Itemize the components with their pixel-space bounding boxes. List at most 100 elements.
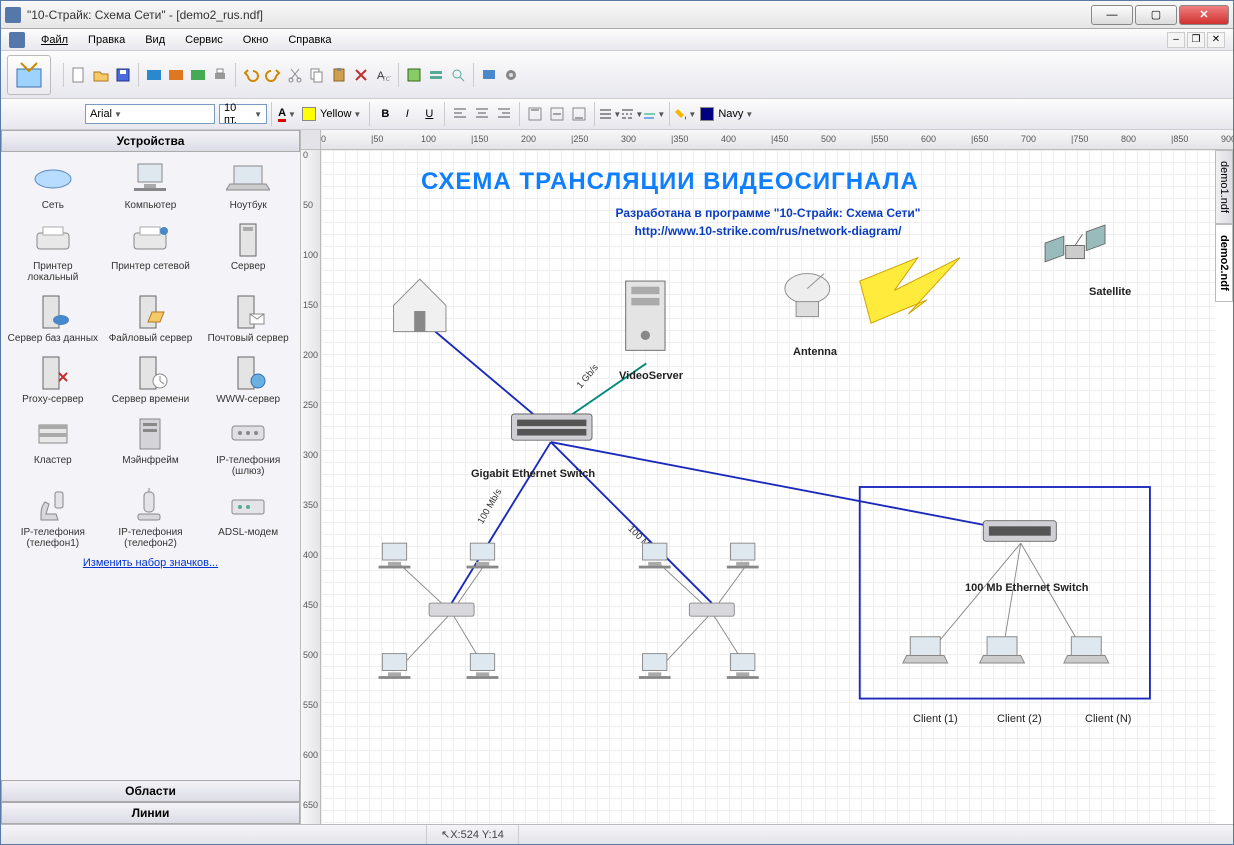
canvas[interactable]: СХЕМА ТРАНСЛЯЦИИ ВИДЕОСИГНАЛА Разработан… — [321, 150, 1215, 824]
fill-color-button[interactable]: Yellow▼ — [298, 103, 365, 125]
status-coords: ↖ X:524 Y:14 — [427, 825, 519, 844]
device-icon — [29, 354, 77, 392]
undo-button[interactable] — [240, 64, 262, 86]
label-mbswitch: 100 Mb Ethernet Switch — [965, 582, 1088, 594]
align-left-button[interactable] — [449, 103, 471, 125]
maximize-button[interactable]: ▢ — [1135, 5, 1177, 25]
layers-button[interactable] — [425, 64, 447, 86]
device-label: Сеть — [42, 200, 64, 211]
text-tool-button[interactable]: Aгст — [372, 64, 394, 86]
export-csv-button[interactable] — [187, 64, 209, 86]
label-videoserver: VideoServer — [619, 370, 683, 382]
ruler-vertical: 0501001502002503003504004505005506006507… — [301, 150, 321, 824]
font-select[interactable]: Arial▼ — [85, 104, 215, 124]
cut-button[interactable] — [284, 64, 306, 86]
line-arrows-button[interactable]: ▼ — [643, 103, 665, 125]
device-item[interactable]: IP-телефония (телефон1) — [5, 483, 101, 553]
label-antenna: Antenna — [793, 346, 837, 358]
menu-service[interactable]: Сервис — [177, 32, 231, 48]
screenshot-button[interactable] — [478, 64, 500, 86]
device-icon — [224, 354, 272, 392]
font-color-button[interactable]: A▼ — [276, 103, 298, 125]
bold-button[interactable]: B — [374, 103, 396, 125]
areas-header[interactable]: Области — [1, 780, 300, 802]
device-icon — [224, 415, 272, 453]
wizard-icon[interactable] — [7, 55, 51, 95]
font-size-select[interactable]: 10 пт.▼ — [219, 104, 267, 124]
device-item[interactable]: Proxy-сервер — [5, 350, 101, 409]
menu-file[interactable]: Файл — [33, 32, 76, 48]
device-item[interactable]: Почтовый сервер — [200, 289, 296, 348]
mdi-minimize[interactable]: – — [1167, 32, 1185, 48]
underline-button[interactable]: U — [418, 103, 440, 125]
find-button[interactable] — [447, 64, 469, 86]
device-item[interactable]: ADSL-модем — [200, 483, 296, 553]
export-vsd-button[interactable] — [143, 64, 165, 86]
devices-header[interactable]: Устройства — [1, 130, 300, 152]
device-item[interactable]: Компьютер — [103, 156, 199, 215]
device-icon — [126, 354, 174, 392]
device-icon — [29, 160, 77, 198]
device-icon — [126, 487, 174, 525]
save-button[interactable] — [112, 64, 134, 86]
menu-view[interactable]: Вид — [137, 32, 173, 48]
align-right-button[interactable] — [493, 103, 515, 125]
tab-demo1[interactable]: demo1.ndf — [1215, 150, 1233, 224]
label-gbswitch: Gigabit Ethernet Switch — [471, 468, 595, 480]
line-width-button[interactable]: ▼ — [599, 103, 621, 125]
delete-button[interactable] — [350, 64, 372, 86]
device-item[interactable]: WWW-сервер — [200, 350, 296, 409]
device-item[interactable]: Мэйнфрейм — [103, 411, 199, 481]
device-item[interactable]: Сервер — [200, 217, 296, 287]
line-color-button[interactable]: Navy▼ — [696, 103, 757, 125]
italic-button[interactable]: I — [396, 103, 418, 125]
close-button[interactable]: ✕ — [1179, 5, 1229, 25]
device-label: Сервер баз данных — [8, 333, 98, 344]
device-item[interactable]: Файловый сервер — [103, 289, 199, 348]
lines-header[interactable]: Линии — [1, 802, 300, 824]
valign-bottom-button[interactable] — [568, 103, 590, 125]
canvas-area: 0|50100|150200|250300|350400|450500|5506… — [301, 130, 1233, 824]
line-dash-button[interactable]: ▼ — [621, 103, 643, 125]
redo-button[interactable] — [262, 64, 284, 86]
device-item[interactable]: Кластер — [5, 411, 101, 481]
device-label: WWW-сервер — [216, 394, 280, 405]
device-item[interactable]: Принтер сетевой — [103, 217, 199, 287]
device-label: Кластер — [34, 455, 72, 466]
menu-edit[interactable]: Правка — [80, 32, 133, 48]
device-label: Компьютер — [125, 200, 177, 211]
device-item[interactable]: Сеть — [5, 156, 101, 215]
device-label: Мэйнфрейм — [122, 455, 178, 466]
device-item[interactable]: IP-телефония (телефон2) — [103, 483, 199, 553]
gear-button[interactable] — [500, 64, 522, 86]
mdi-close[interactable]: ✕ — [1207, 32, 1225, 48]
menu-help[interactable]: Справка — [280, 32, 339, 48]
copy-button[interactable] — [306, 64, 328, 86]
valign-top-button[interactable] — [524, 103, 546, 125]
tab-demo2[interactable]: demo2.ndf — [1215, 224, 1233, 302]
paste-button[interactable] — [328, 64, 350, 86]
minimize-button[interactable]: — — [1091, 5, 1133, 25]
device-item[interactable]: IP-телефония (шлюз) — [200, 411, 296, 481]
titlebar: "10-Страйк: Схема Сети" - [demo2_rus.ndf… — [1, 1, 1233, 29]
device-icon — [126, 415, 174, 453]
valign-middle-button[interactable] — [546, 103, 568, 125]
align-center-button[interactable] — [471, 103, 493, 125]
print-button[interactable] — [209, 64, 231, 86]
mdi-restore[interactable]: ❐ — [1187, 32, 1205, 48]
open-button[interactable] — [90, 64, 112, 86]
diagram-svg: 1 Gb/s 100 Mb/s 100 Mb/s — [321, 150, 1215, 824]
device-item[interactable]: Ноутбук — [200, 156, 296, 215]
device-label: Принтер сетевой — [111, 261, 190, 272]
device-item[interactable]: Принтер локальный — [5, 217, 101, 287]
menu-window[interactable]: Окно — [235, 32, 277, 48]
statusbar: ↖ X:524 Y:14 — [1, 824, 1233, 844]
device-item[interactable]: Сервер баз данных — [5, 289, 101, 348]
change-icons-link[interactable]: Изменить набор значков... — [83, 557, 218, 569]
device-label: IP-телефония (телефон2) — [105, 527, 197, 549]
export-img-button[interactable] — [165, 64, 187, 86]
library-button[interactable] — [403, 64, 425, 86]
fill-pick-button[interactable]: ▼ — [674, 103, 696, 125]
device-item[interactable]: Сервер времени — [103, 350, 199, 409]
new-button[interactable] — [68, 64, 90, 86]
